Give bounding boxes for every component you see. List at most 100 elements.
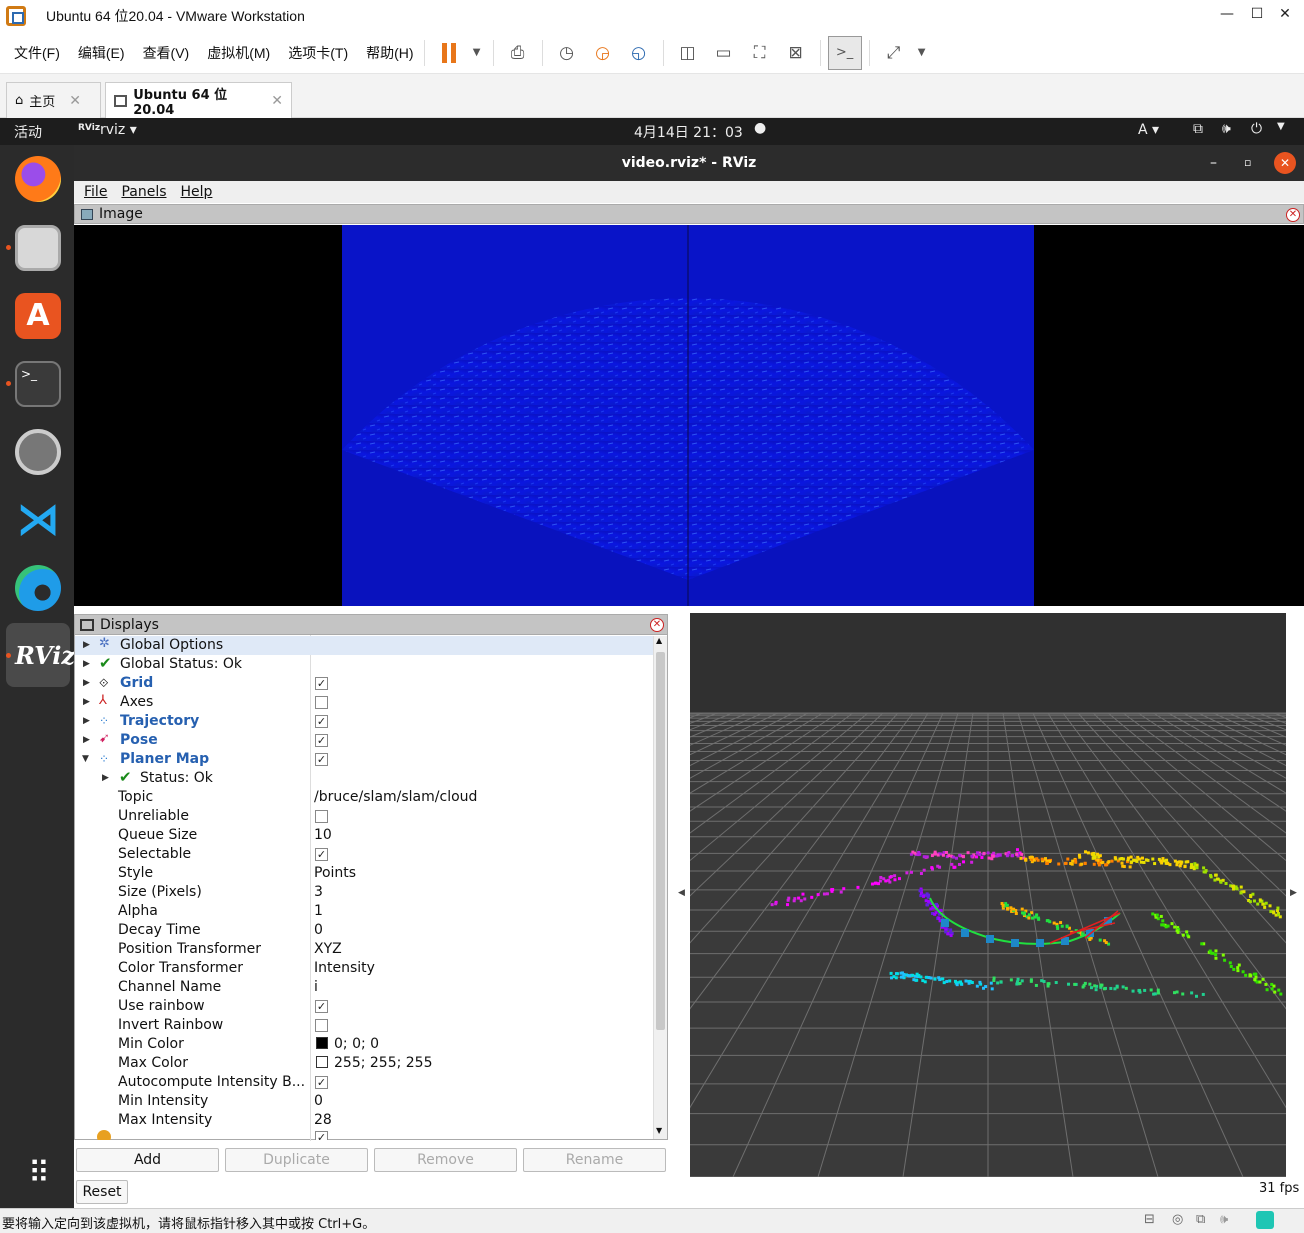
scroll-down-icon[interactable]: ▼ <box>656 1126 662 1135</box>
tree-row-axes[interactable]: ▶ ⅄ Axes <box>75 693 653 712</box>
input-source[interactable]: A ▾ <box>1138 122 1159 138</box>
network-adapter-icon[interactable]: ⧉ <box>1196 1212 1205 1227</box>
terminal-view-icon[interactable]: >_ <box>827 35 862 70</box>
property-value[interactable]: 0; 0; 0 <box>314 1036 379 1052</box>
collapse-icon[interactable]: ▼ <box>82 754 89 764</box>
panel-close-icon[interactable]: ✕ <box>650 618 664 632</box>
pause-dropdown-icon[interactable]: ▼ <box>468 36 486 70</box>
trajectory-checkbox[interactable]: ✓ <box>315 715 328 728</box>
revert-snapshot-icon[interactable]: ◶ <box>586 36 620 70</box>
expand-icon[interactable]: ▶ <box>102 773 109 783</box>
tree-row-status[interactable]: ▶ ✔ Status: Ok <box>75 768 653 788</box>
tree-row-grid[interactable]: ▶ ⟐ Grid ✓ <box>75 674 653 693</box>
displays-scrollbar[interactable]: ▲ ▼ <box>653 636 667 1139</box>
rviz-menu-help[interactable]: Help <box>181 184 213 200</box>
remove-button[interactable]: Remove <box>374 1148 517 1172</box>
tree-row-pose[interactable]: ▶ ➹ Pose ✓ <box>75 731 653 750</box>
scroll-up-icon[interactable]: ▲ <box>656 636 662 645</box>
add-button[interactable]: Add <box>76 1148 219 1172</box>
property-row[interactable]: Invert Rainbow <box>75 1016 653 1035</box>
tab-ubuntu[interactable]: Ubuntu 64 位20.04 ✕ <box>105 82 292 118</box>
property-value[interactable]: Points <box>314 865 356 881</box>
property-checkbox[interactable]: ✓ <box>315 1000 328 1013</box>
expand-icon[interactable]: ▶ <box>83 640 90 650</box>
rviz-menu-panels[interactable]: Panels <box>121 184 166 200</box>
property-row[interactable]: Min Intensity 0 <box>75 1092 653 1111</box>
terminal-icon[interactable]: >_ <box>15 361 61 407</box>
clock[interactable]: 4月14日 21：03 <box>634 122 743 142</box>
menu-edit[interactable]: 编辑(E) <box>78 43 125 63</box>
property-value[interactable]: 0 <box>314 1093 323 1109</box>
tree-row-global-options[interactable]: ▶ ✲ Global Options <box>75 636 653 655</box>
sidebar-toggle-icon[interactable]: ◫ <box>671 36 705 70</box>
splitter-right-icon[interactable]: ▶ <box>1290 888 1297 898</box>
property-row[interactable]: Max Intensity 28 <box>75 1111 653 1130</box>
panel-close-icon[interactable]: ✕ <box>1286 208 1300 222</box>
planer-map-checkbox[interactable]: ✓ <box>315 753 328 766</box>
rviz-maximize-button[interactable]: ▫ <box>1244 145 1251 181</box>
cdrom-icon[interactable]: ◎ <box>1172 1212 1183 1227</box>
property-row[interactable]: Topic/bruce/slam/slam/cloud <box>75 788 653 807</box>
partial-checkbox[interactable]: ✓ <box>315 1131 328 1140</box>
apps-grid-icon[interactable]: ⠿ <box>15 1151 61 1197</box>
sound-icon[interactable]: 🕪 <box>1220 1212 1228 1227</box>
property-row[interactable]: Decay Time 0 <box>75 921 653 940</box>
property-row[interactable]: Autocompute Intensity B... ✓ <box>75 1073 653 1092</box>
image-view[interactable] <box>74 225 1304 606</box>
power-icon[interactable]: ⏻ <box>1251 121 1262 137</box>
network-icon[interactable]: ⧉ <box>1193 121 1203 137</box>
activities-button[interactable]: 活动 <box>14 122 42 142</box>
pause-icon[interactable] <box>432 36 466 70</box>
expand-icon[interactable]: ▶ <box>83 659 90 669</box>
property-row[interactable]: Selectable ✓ <box>75 845 653 864</box>
property-checkbox[interactable] <box>315 1019 328 1032</box>
expand-icon[interactable]: ▶ <box>83 678 90 688</box>
stretch-dropdown-icon[interactable]: ▼ <box>913 36 931 70</box>
tree-row-global-status[interactable]: ▶ ✔ Global Status: Ok <box>75 654 653 674</box>
property-value[interactable]: 0 <box>314 922 323 938</box>
property-value[interactable]: XYZ <box>314 941 342 957</box>
render-3d-view[interactable] <box>690 613 1286 1177</box>
menu-file[interactable]: 文件(F) <box>14 43 60 63</box>
menu-vm[interactable]: 虚拟机(M) <box>207 43 270 63</box>
scrollbar-thumb[interactable] <box>656 652 665 1030</box>
tab-close-icon[interactable]: ✕ <box>69 93 81 109</box>
system-menu-dropdown-icon[interactable]: ▼ <box>1277 121 1285 132</box>
vscode-icon[interactable]: ⋊ <box>15 497 61 543</box>
property-checkbox[interactable]: ✓ <box>315 1076 328 1089</box>
rviz-close-button[interactable]: ✕ <box>1274 152 1296 174</box>
property-row[interactable]: Channel Name i <box>75 978 653 997</box>
expand-icon[interactable]: ▶ <box>83 697 90 707</box>
property-row[interactable]: Min Color 0; 0; 0 <box>75 1035 653 1054</box>
rviz-menu-file[interactable]: File <box>84 184 107 200</box>
property-row[interactable]: Use rainbow ✓ <box>75 997 653 1016</box>
rviz-minimize-button[interactable]: – <box>1210 145 1217 181</box>
snapshot-manager-icon[interactable]: ◵ <box>622 36 656 70</box>
property-checkbox[interactable]: ✓ <box>315 848 328 861</box>
grid-checkbox[interactable]: ✓ <box>315 677 328 690</box>
tab-close-icon[interactable]: ✕ <box>271 93 283 109</box>
snapshot-icon[interactable]: ◷ <box>550 36 584 70</box>
property-value[interactable]: 255; 255; 255 <box>314 1055 433 1071</box>
property-checkbox[interactable] <box>315 810 328 823</box>
duplicate-button[interactable]: Duplicate <box>225 1148 368 1172</box>
property-value[interactable]: /bruce/slam/slam/cloud <box>314 789 477 805</box>
property-value[interactable]: 1 <box>314 903 323 919</box>
property-value[interactable]: i <box>314 979 318 995</box>
send-keys-icon[interactable]: ⎙ <box>501 36 535 70</box>
unity-icon[interactable]: ⊠ <box>779 36 813 70</box>
expand-icon[interactable]: ▶ <box>83 716 90 726</box>
menu-help[interactable]: 帮助(H) <box>366 43 413 63</box>
menu-tabs[interactable]: 选项卡(T) <box>288 43 348 63</box>
property-row[interactable]: Position Transformer XYZ <box>75 940 653 959</box>
tree-row-trajectory[interactable]: ▶ ⁘ Trajectory ✓ <box>75 712 653 731</box>
stretch-icon[interactable]: ⤢ <box>877 36 911 70</box>
software-icon[interactable]: A <box>15 293 61 339</box>
property-row[interactable]: Style Points <box>75 864 653 883</box>
rviz-icon[interactable]: RViz <box>15 633 75 679</box>
volume-icon[interactable]: 🕪 <box>1222 121 1231 137</box>
axes-checkbox[interactable] <box>315 696 328 709</box>
property-value[interactable]: 3 <box>314 884 323 900</box>
close-button[interactable]: ✕ <box>1270 6 1300 22</box>
property-value[interactable]: Intensity <box>314 960 375 976</box>
